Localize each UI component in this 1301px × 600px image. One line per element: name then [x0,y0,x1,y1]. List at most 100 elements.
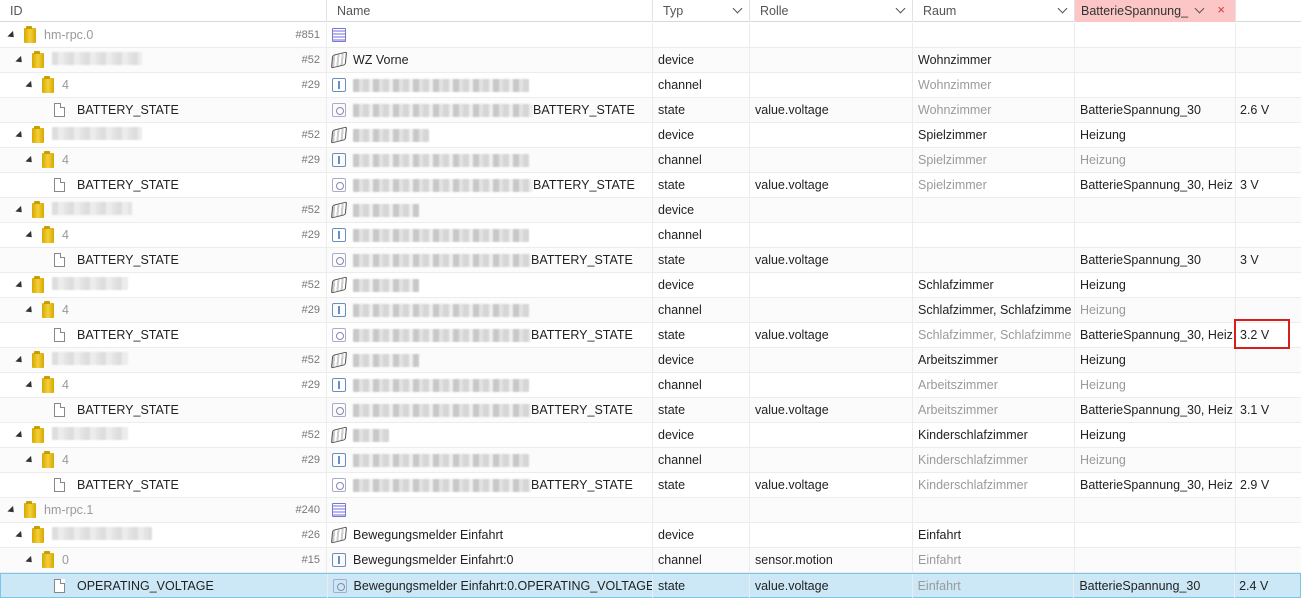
table-row[interactable]: #52 device Kinderschlafzimmer Heizung [0,423,1301,448]
table-row[interactable]: BATTERY_STATE BATTERY_STATE state value.… [0,173,1301,198]
table-row[interactable]: BATTERY_STATE BATTERY_STATE state value.… [0,248,1301,273]
table-row[interactable]: 0 #15 Bewegungsmelder Einfahrt:0 channel … [0,548,1301,573]
object-function: Heizung [1075,423,1236,447]
folder-icon [32,425,44,443]
chevron-down-icon[interactable] [895,3,906,14]
table-row[interactable]: hm-rpc.0 #851 [0,23,1301,48]
object-value[interactable]: 3 V [1236,248,1301,272]
table-row[interactable]: 4 #29 channel Schlafzimmer, Schlafzimme H… [0,298,1301,323]
collapse-arrow-icon[interactable] [25,155,35,165]
object-room: Schlafzimmer, Schlafzimme [913,323,1075,347]
object-room: Spielzimmer [913,123,1075,147]
object-value[interactable]: 3 V [1236,173,1301,197]
column-header-name[interactable]: Name [327,0,653,22]
collapse-arrow-icon[interactable] [25,230,35,240]
redacted-name [353,203,419,217]
collapse-arrow-icon[interactable] [25,555,35,565]
redacted-name [353,403,531,417]
collapse-arrow-icon[interactable] [15,55,25,65]
object-function: Heizung [1075,348,1236,372]
child-count: #52 [301,54,320,66]
table-row[interactable]: BATTERY_STATE BATTERY_STATE state value.… [0,398,1301,423]
redacted-name [353,153,529,167]
column-header-id[interactable]: ID [0,0,327,22]
object-type: state [653,248,750,272]
object-type: channel [653,448,750,472]
collapse-arrow-icon[interactable] [25,455,35,465]
table-row-selected[interactable]: OPERATING_VOLTAGE Bewegungsmelder Einfah… [0,573,1301,598]
column-header-type[interactable]: Typ [653,0,750,22]
collapse-arrow-icon[interactable] [25,305,35,315]
object-value[interactable]: 3.1 V [1236,398,1301,422]
table-row[interactable]: #52 device [0,198,1301,223]
object-function: BatterieSpannung_30 [1074,574,1236,598]
object-value[interactable]: 3.2 V [1236,323,1301,347]
table-row[interactable]: hm-rpc.1 #240 [0,498,1301,523]
object-room: Einfahrt [913,523,1075,547]
object-type: device [653,123,750,147]
column-header-room[interactable]: Raum [913,0,1075,22]
table-row[interactable]: BATTERY_STATE BATTERY_STATE state value.… [0,323,1301,348]
chevron-down-icon[interactable] [732,3,743,14]
object-type: channel [653,373,750,397]
object-room: Wohnzimmer [913,48,1075,72]
table-row[interactable]: #52 device Schlafzimmer Heizung [0,273,1301,298]
chevron-down-icon[interactable] [1057,3,1068,14]
table-row[interactable]: 4 #29 channel Spielzimmer Heizung [0,148,1301,173]
collapse-arrow-icon[interactable] [15,130,25,140]
object-tree-table: hm-rpc.0 #851 #52 WZ Vorne device Wohnzim… [0,23,1301,598]
table-row[interactable]: #52 device Arbeitszimmer Heizung [0,348,1301,373]
object-function: Heizung [1075,273,1236,297]
column-header-type-label: Typ [663,4,684,18]
redacted-name [353,278,419,292]
collapse-arrow-icon[interactable] [25,380,35,390]
adapter-instance-icon [332,28,346,42]
table-row[interactable]: BATTERY_STATE BATTERY_STATE state value.… [0,473,1301,498]
collapse-arrow-icon[interactable] [7,30,17,40]
object-id: BATTERY_STATE [77,478,179,492]
chevron-down-icon[interactable] [1194,3,1205,14]
collapse-arrow-icon[interactable] [15,205,25,215]
table-row[interactable]: 4 #29 channel Arbeitszimmer Heizung [0,373,1301,398]
state-icon [332,403,346,417]
object-value[interactable]: 2.4 V [1235,574,1300,598]
table-row[interactable]: 4 #29 channel Kinderschlafzimmer Heizung [0,448,1301,473]
table-row[interactable]: #52 device Spielzimmer Heizung [0,123,1301,148]
object-role: value.voltage [750,574,913,598]
collapse-arrow-icon[interactable] [15,355,25,365]
column-header-role[interactable]: Rolle [750,0,913,22]
device-icon [330,126,348,144]
redacted-name [353,78,529,92]
collapse-arrow-icon[interactable] [25,80,35,90]
object-value[interactable]: 2.9 V [1236,473,1301,497]
collapse-arrow-icon[interactable] [15,530,25,540]
collapse-arrow-icon[interactable] [7,505,17,515]
folder-icon [24,25,36,43]
redacted-name [353,178,533,192]
object-type: state [653,323,750,347]
table-row[interactable]: #52 WZ Vorne device Wohnzimmer [0,48,1301,73]
object-name-suffix: BATTERY_STATE [531,478,633,492]
object-room: Wohnzimmer [913,73,1075,97]
file-icon [54,403,65,417]
column-header-function-filter[interactable]: BatterieSpannung_ × [1075,0,1236,22]
object-type: device [653,423,750,447]
object-id: 4 [62,78,69,92]
child-count: #29 [301,229,320,241]
table-row[interactable]: BATTERY_STATE BATTERY_STATE state value.… [0,98,1301,123]
table-row[interactable]: 4 #29 channel Wohnzimmer [0,73,1301,98]
folder-icon [42,450,54,468]
object-id: BATTERY_STATE [77,403,179,417]
redacted-device-id [52,127,142,140]
collapse-arrow-icon[interactable] [15,280,25,290]
redacted-name [353,428,389,442]
child-count: #52 [301,204,320,216]
table-row[interactable]: #26 Bewegungsmelder Einfahrt device Einf… [0,523,1301,548]
collapse-arrow-icon[interactable] [15,430,25,440]
close-icon[interactable]: × [1217,2,1225,17]
folder-icon [42,550,54,568]
file-icon [54,579,65,593]
table-row[interactable]: 4 #29 channel [0,223,1301,248]
object-value[interactable]: 2.6 V [1236,98,1301,122]
object-name-suffix: BATTERY_STATE [533,178,635,192]
